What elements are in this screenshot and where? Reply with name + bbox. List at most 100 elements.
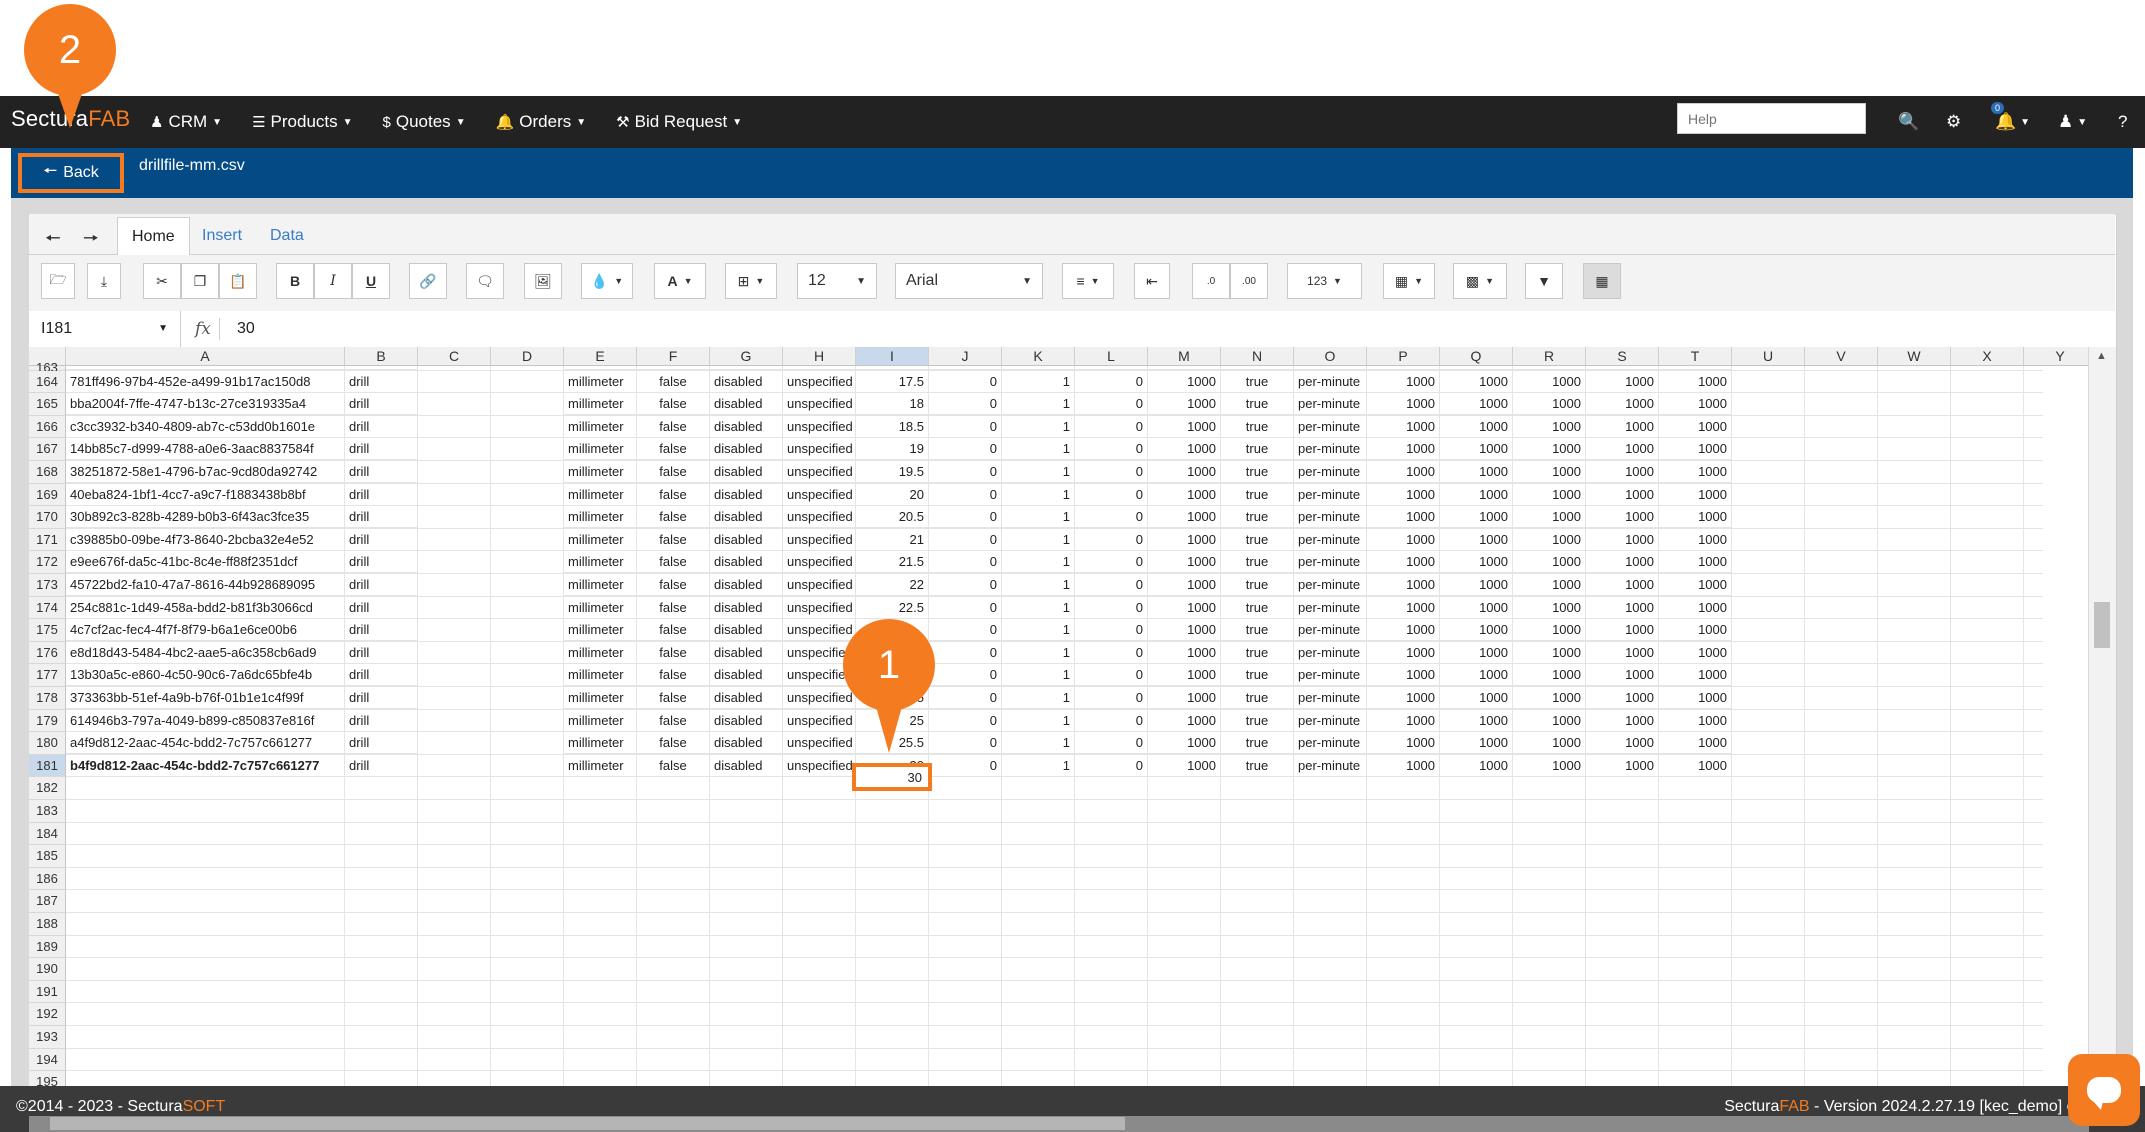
table-cell[interactable]: drill xyxy=(345,483,418,506)
table-cell[interactable]: disabled xyxy=(710,483,783,506)
help-search-input[interactable] xyxy=(1677,103,1866,134)
table-cell[interactable]: false xyxy=(637,619,710,642)
table-cell[interactable]: false xyxy=(637,366,710,370)
column-header-o[interactable]: O xyxy=(1294,347,1367,366)
table-cell[interactable]: 1000 xyxy=(1148,619,1221,642)
table-cell[interactable]: 1 xyxy=(1002,438,1075,461)
table-cell[interactable]: 1000 xyxy=(1659,438,1732,461)
table-cell[interactable]: 1000 xyxy=(1513,415,1586,438)
table-cell[interactable]: 1000 xyxy=(1659,732,1732,755)
column-header-l[interactable]: L xyxy=(1075,347,1148,366)
table-cell[interactable]: 1000 xyxy=(1659,574,1732,596)
column-header-x[interactable]: X xyxy=(1951,347,2024,366)
table-cell[interactable]: 1000 xyxy=(1513,551,1586,574)
table-cell[interactable]: false xyxy=(637,687,710,709)
table-cell[interactable]: drill xyxy=(345,551,418,574)
table-cell[interactable]: 1 xyxy=(1002,664,1075,687)
row-header[interactable]: 176 xyxy=(29,641,66,665)
table-cell[interactable]: millimeter xyxy=(564,551,637,574)
cell-diameter[interactable]: 17.25 xyxy=(856,366,929,370)
table-cell[interactable]: millimeter xyxy=(564,438,637,461)
table-cell[interactable]: millimeter xyxy=(564,574,637,596)
scroll-up-icon[interactable]: ▲ xyxy=(2096,350,2107,362)
table-cell[interactable]: 1000 xyxy=(1659,664,1732,687)
cell-id[interactable]: 14bb85c7-d999-4788-a0e6-3aac8837584f xyxy=(66,438,345,461)
table-cell[interactable]: 1000 xyxy=(1440,709,1513,732)
decrease-decimal-icon[interactable]: .0 xyxy=(1192,263,1230,299)
column-header-e[interactable]: E xyxy=(564,347,637,366)
table-cell[interactable]: 1000 xyxy=(1659,687,1732,709)
table-cell[interactable]: 1000 xyxy=(1367,574,1440,596)
column-header-f[interactable]: F xyxy=(637,347,710,366)
table-cell[interactable]: 1000 xyxy=(1367,732,1440,755)
chat-button[interactable] xyxy=(2068,1054,2140,1126)
column-header-d[interactable]: D xyxy=(491,347,564,366)
row-header[interactable]: 194 xyxy=(29,1048,66,1072)
table-cell[interactable]: true xyxy=(1221,393,1294,416)
table-cell[interactable]: per-minute xyxy=(1294,415,1367,438)
tab-home[interactable]: Home xyxy=(117,217,190,256)
table-cell[interactable]: 0 xyxy=(1075,461,1148,483)
column-header-c[interactable]: C xyxy=(418,347,491,366)
cell-id[interactable]: 8b6c684e-3bb1-4a9c-9719-3e19f7742a55 xyxy=(66,366,345,370)
table-cell[interactable]: 1000 xyxy=(1586,415,1659,438)
table-cell[interactable]: true xyxy=(1221,461,1294,483)
column-header-u[interactable]: U xyxy=(1732,347,1805,366)
table-cell[interactable]: 1000 xyxy=(1586,461,1659,483)
table-cell[interactable]: 1000 xyxy=(1440,687,1513,709)
table-cell[interactable]: 1000 xyxy=(1148,664,1221,687)
help-question-icon[interactable]: ? xyxy=(2118,96,2127,148)
nav-orders[interactable]: 🔔 Orders ▼ xyxy=(496,112,587,132)
table-cell[interactable]: disabled xyxy=(710,664,783,687)
cell-id[interactable]: e8d18d43-5484-4bc2-aae5-a6c358cb6ad9 xyxy=(66,641,345,664)
table-cell[interactable]: 1000 xyxy=(1586,483,1659,506)
row-header[interactable]: 175 xyxy=(29,619,66,642)
table-cell[interactable]: 1000 xyxy=(1148,641,1221,664)
cell-diameter[interactable]: 22.5 xyxy=(856,596,929,619)
table-cell[interactable]: 1 xyxy=(1002,483,1075,506)
table-cell[interactable]: false xyxy=(637,754,710,777)
open-folder-icon[interactable]: 🗁 xyxy=(41,263,75,299)
table-cell[interactable]: 1000 xyxy=(1148,709,1221,732)
table-cell[interactable]: unspecified xyxy=(783,551,856,574)
row-header[interactable]: 193 xyxy=(29,1026,66,1049)
table-cell[interactable]: 1000 xyxy=(1659,393,1732,416)
cell-id[interactable]: c39885b0-09be-4f73-8640-2bcba32e4e52 xyxy=(66,528,345,551)
table-cell[interactable]: 0 xyxy=(929,754,1002,777)
table-cell[interactable]: 1000 xyxy=(1148,370,1221,393)
table-cell[interactable]: 1 xyxy=(1002,574,1075,596)
cell-grid[interactable]: 8b6c684e-3bb1-4a9c-9719-3e19f7742a55dril… xyxy=(66,366,2043,1086)
table-cell[interactable]: 1 xyxy=(1002,461,1075,483)
table-cell[interactable]: false xyxy=(637,732,710,755)
nav-products[interactable]: ☰ Products ▼ xyxy=(252,112,352,132)
wrap-text-icon[interactable]: ⇤ xyxy=(1134,263,1170,299)
function-icon[interactable]: fx xyxy=(195,311,211,347)
table-cell[interactable]: true xyxy=(1221,438,1294,461)
vertical-scrollbar[interactable] xyxy=(2088,347,2116,1088)
table-cell[interactable]: true xyxy=(1221,415,1294,438)
gear-icon[interactable]: ⚙ xyxy=(1946,96,1961,148)
table-cell[interactable]: true xyxy=(1221,506,1294,529)
table-cell[interactable]: unspecified xyxy=(783,393,856,416)
table-cell[interactable]: unspecified xyxy=(783,528,856,551)
table-cell[interactable]: unspecified xyxy=(783,506,856,529)
table-cell[interactable]: 1000 xyxy=(1513,754,1586,777)
table-cell[interactable]: 0 xyxy=(1075,483,1148,506)
table-cell[interactable]: 1000 xyxy=(1440,574,1513,596)
table-cell[interactable]: 1000 xyxy=(1440,438,1513,461)
table-cell[interactable]: 0 xyxy=(929,709,1002,732)
table-cell[interactable]: 0 xyxy=(1075,574,1148,596)
table-cell[interactable]: 1000 xyxy=(1148,754,1221,777)
link-icon[interactable]: 🔗 xyxy=(409,263,447,299)
table-cell[interactable]: per-minute xyxy=(1294,528,1367,551)
table-cell[interactable]: 1000 xyxy=(1148,596,1221,619)
column-header-n[interactable]: N xyxy=(1221,347,1294,366)
table-cell[interactable]: drill xyxy=(345,709,418,732)
table-cell[interactable]: drill xyxy=(345,366,418,370)
table-cell[interactable]: 1000 xyxy=(1586,709,1659,732)
search-icon[interactable]: 🔍 xyxy=(1898,96,1919,148)
cut-icon[interactable]: ✂ xyxy=(143,263,181,299)
row-header[interactable]: 177 xyxy=(29,664,66,687)
table-cell[interactable]: disabled xyxy=(710,709,783,732)
table-cell[interactable]: disabled xyxy=(710,415,783,438)
